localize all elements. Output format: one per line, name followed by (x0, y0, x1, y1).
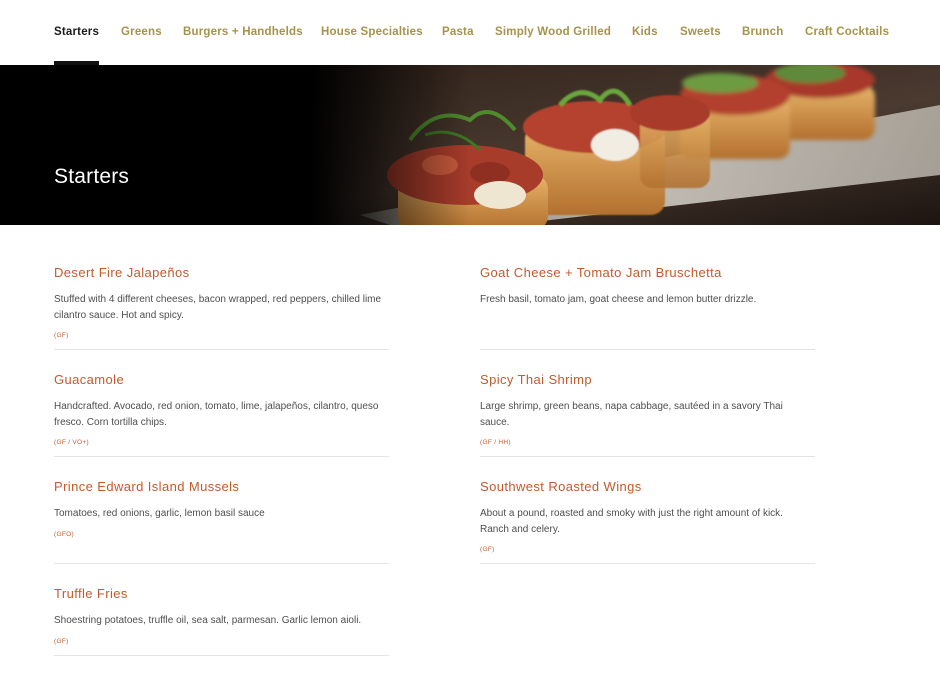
menu-category-nav: Starters Greens Burgers + Handhelds Hous… (0, 0, 940, 65)
menu-item-goat-cheese-bruschetta: Goat Cheese + Tomato Jam Bruschetta Fres… (480, 265, 815, 350)
menu-page: Starters Greens Burgers + Handhelds Hous… (0, 0, 940, 675)
nav-link-pasta[interactable]: Pasta (442, 26, 474, 65)
dietary-tag: (GF) (480, 546, 495, 553)
menu-item-name: Desert Fire Jalapeños (54, 265, 190, 280)
nav-item-burgers-handhelds[interactable]: Burgers + Handhelds (183, 26, 303, 65)
menu-item-description: Fresh basil, tomato jam, goat cheese and… (480, 294, 757, 305)
nav-link-brunch[interactable]: Brunch (742, 26, 783, 65)
nav-link-burgers-handhelds[interactable]: Burgers + Handhelds (183, 26, 303, 65)
nav-item-sweets[interactable]: Sweets (680, 26, 721, 65)
nav-link-starters[interactable]: Starters (54, 26, 100, 65)
menu-item-description: Large shrimp, green beans, napa cabbage,… (480, 401, 783, 428)
nav-link-craft-cocktails[interactable]: Craft Cocktails (805, 26, 889, 65)
nav-item-brunch[interactable]: Brunch (742, 26, 783, 65)
nav-item-kids[interactable]: Kids (632, 26, 658, 65)
nav-link-greens[interactable]: Greens (121, 26, 162, 65)
menu-item-name: Guacamole (54, 372, 125, 387)
menu-item-name: Truffle Fries (54, 586, 128, 601)
dietary-tag: (GF) (54, 332, 69, 339)
nav-item-house-specialties[interactable]: House Specialties (321, 26, 423, 65)
menu-item-description: Stuffed with 4 different cheeses, bacon … (54, 294, 382, 321)
dietary-tag: (GF / HH) (480, 439, 511, 446)
menu-item-southwest-roasted-wings: Southwest Roasted Wings About a pound, r… (480, 479, 815, 564)
menu-item-description: Shoestring potatoes, truffle oil, sea sa… (54, 615, 362, 626)
dietary-tag: (GF) (54, 637, 69, 645)
page-title: Starters (54, 165, 130, 188)
nav-link-sweets[interactable]: Sweets (680, 26, 721, 65)
menu-item-pei-mussels: Prince Edward Island Mussels Tomatoes, r… (54, 479, 389, 564)
dietary-tag: (GF / VO+) (54, 439, 89, 446)
nav-item-simply-wood-grilled[interactable]: Simply Wood Grilled (495, 26, 611, 65)
menu-item-guacamole: Guacamole Handcrafted. Avocado, red onio… (54, 372, 389, 457)
menu-item-description: Tomatoes, red onions, garlic, lemon basi… (54, 508, 265, 519)
menu-item-name: Prince Edward Island Mussels (54, 479, 240, 494)
menu-item-spicy-thai-shrimp: Spicy Thai Shrimp Large shrimp, green be… (480, 372, 815, 457)
menu-item-name: Southwest Roasted Wings (480, 479, 642, 494)
nav-item-greens[interactable]: Greens (121, 26, 162, 65)
menu-item-truffle-fries: Truffle Fries Shoestring potatoes, truff… (54, 586, 389, 656)
nav-item-pasta[interactable]: Pasta (442, 26, 474, 65)
dietary-tag: (GFO) (54, 530, 74, 538)
menu-item-name: Goat Cheese + Tomato Jam Bruschetta (480, 265, 722, 280)
nav-item-starters[interactable]: Starters (54, 26, 100, 65)
nav-link-simply-wood-grilled[interactable]: Simply Wood Grilled (495, 26, 611, 65)
menu-item-description: About a pound, roasted and smoky with ju… (480, 508, 783, 535)
hero-banner: Starters (0, 65, 940, 225)
menu-item-name: Spicy Thai Shrimp (480, 372, 593, 387)
menu-item-desert-fire-jalapenos: Desert Fire Jalapeños Stuffed with 4 dif… (54, 265, 389, 350)
nav-link-house-specialties[interactable]: House Specialties (321, 26, 423, 65)
nav-item-craft-cocktails[interactable]: Craft Cocktails (805, 26, 889, 65)
bruschetta-photo (0, 65, 940, 225)
menu-item-description: Handcrafted. Avocado, red onion, tomato,… (54, 401, 379, 428)
nav-link-kids[interactable]: Kids (632, 26, 658, 65)
